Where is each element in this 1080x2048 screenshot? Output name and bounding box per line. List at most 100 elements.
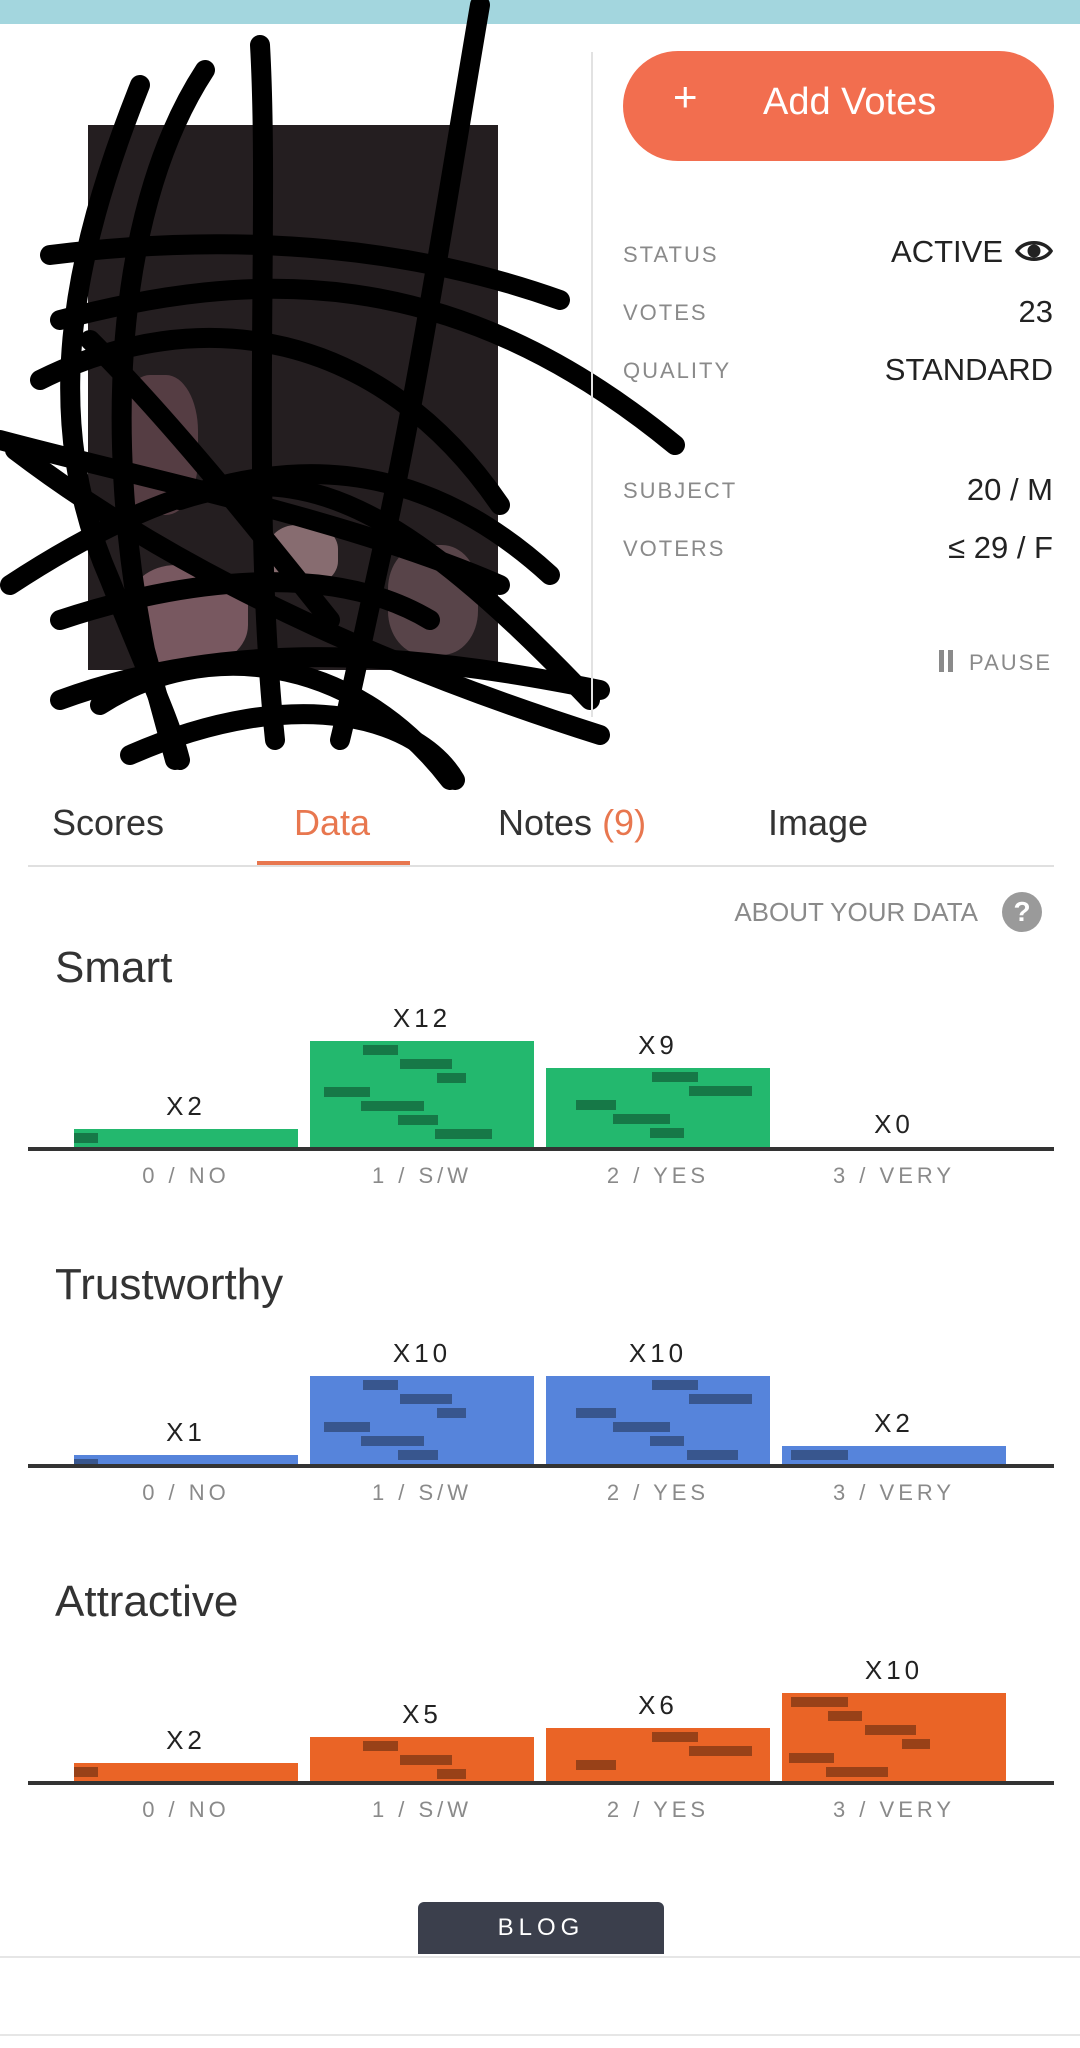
bar-texture <box>791 1450 848 1461</box>
category-label: 1 / S/W <box>371 1480 473 1505</box>
category-label: 1 / S/W <box>371 1163 473 1188</box>
chart-bar[interactable] <box>546 1376 770 1464</box>
top-status-bar <box>0 0 1080 24</box>
tab-notes[interactable]: Notes (9) <box>498 802 646 844</box>
quality-value: STANDARD <box>884 352 1053 387</box>
bar-texture <box>902 1739 930 1749</box>
chart-bar[interactable] <box>74 1455 298 1464</box>
chart-baseline <box>28 1147 1054 1151</box>
chart-smart: Smart X2 0 / NO X12 1 / S/W X9 2 / YES X0 3 / V… <box>0 943 1080 1223</box>
bar-count-label: X10 <box>392 1338 452 1368</box>
bar-count-label: X10 <box>628 1338 688 1368</box>
bar-texture <box>576 1760 616 1771</box>
chart-attractive: Attractive X2 0 / NO X5 1 / S/W X6 2 / YES X10… <box>0 1577 1080 1857</box>
bar-texture <box>689 1394 752 1404</box>
tab-data-label: Data <box>294 802 371 843</box>
about-your-data-link[interactable]: ABOUT YOUR DATA <box>734 897 978 928</box>
bar-texture <box>324 1422 370 1432</box>
bar-texture <box>324 1087 370 1098</box>
chart-bar[interactable] <box>546 1067 770 1147</box>
add-votes-button[interactable]: + Add Votes <box>623 51 1054 161</box>
bar-texture <box>74 1767 98 1778</box>
bar-texture <box>398 1450 438 1460</box>
bar-count-label: X2 <box>166 1725 206 1756</box>
chart-bar[interactable] <box>310 1737 534 1781</box>
info-row-votes: VOTES 23 <box>623 290 1053 330</box>
bar-texture <box>363 1380 398 1390</box>
info-row-quality: QUALITY STANDARD <box>623 348 1053 388</box>
bar-texture <box>74 1459 98 1464</box>
bar-texture <box>689 1746 752 1757</box>
bar-count-label: X10 <box>864 1655 924 1685</box>
bar-texture <box>576 1099 616 1110</box>
category-label: 2 / YES <box>606 1480 710 1505</box>
chart-title: Smart <box>55 943 173 992</box>
bar-texture <box>74 1133 98 1144</box>
eye-icon[interactable] <box>1014 236 1054 272</box>
subject-photo[interactable] <box>88 125 498 670</box>
chart-bar[interactable] <box>310 1376 534 1464</box>
chart-bar[interactable] <box>74 1129 298 1147</box>
bar-texture <box>650 1127 684 1138</box>
chart-bar[interactable] <box>546 1728 770 1781</box>
tab-notes-count: (9) <box>602 802 647 843</box>
bar-count-label: X1 <box>166 1417 206 1448</box>
chart-trustworthy: Trustworthy X1 0 / NO X10 1 / S/W X10 2 / YES… <box>0 1260 1080 1540</box>
bar-texture <box>435 1129 492 1140</box>
add-votes-label: Add Votes <box>763 81 937 123</box>
bar-texture <box>865 1725 916 1735</box>
status-label: STATUS <box>623 242 719 267</box>
help-icon[interactable]: ? <box>1002 892 1042 932</box>
tab-image[interactable]: Image <box>768 802 868 844</box>
bar-texture <box>363 1741 398 1751</box>
info-row-subject: SUBJECT 20 / M <box>623 468 1053 508</box>
votes-label: VOTES <box>623 300 708 325</box>
bar-count-label: X5 <box>402 1699 442 1729</box>
bar-texture <box>689 1085 752 1096</box>
chart-bar[interactable] <box>310 1041 534 1147</box>
category-label: 2 / YES <box>606 1163 710 1188</box>
tab-scores-label: Scores <box>52 802 165 843</box>
chart-baseline <box>28 1781 1054 1785</box>
bar-texture <box>789 1753 834 1763</box>
tab-image-label: Image <box>768 802 869 843</box>
status-value: ACTIVE <box>891 234 1003 270</box>
bar-texture <box>826 1767 888 1777</box>
bar-texture <box>576 1408 616 1418</box>
tab-bar: Scores Data Notes (9) Image <box>28 790 1054 867</box>
bar-texture <box>650 1436 684 1446</box>
info-row-status: STATUS ACTIVE <box>623 232 1054 272</box>
chart-bar[interactable] <box>782 1693 1006 1781</box>
category-label: 1 / S/W <box>371 1797 473 1822</box>
vertical-divider <box>591 52 593 717</box>
voters-value: ≤ 29 / F <box>948 530 1053 565</box>
bar-texture <box>652 1732 698 1743</box>
active-tab-indicator <box>257 861 410 865</box>
category-label: 0 / NO <box>142 1163 230 1188</box>
tab-data[interactable]: Data <box>294 802 370 844</box>
bar-texture <box>437 1408 466 1418</box>
bar-texture <box>400 1059 452 1070</box>
chart-bar[interactable] <box>782 1446 1006 1464</box>
plus-icon: + <box>673 73 698 120</box>
bar-count-label: X12 <box>392 1003 452 1034</box>
tab-notes-label: Notes <box>498 802 593 843</box>
bar-count-label: X2 <box>166 1091 206 1122</box>
tab-scores[interactable]: Scores <box>52 802 164 844</box>
bar-texture <box>613 1422 670 1432</box>
bar-texture <box>400 1394 452 1404</box>
bar-texture <box>398 1115 438 1126</box>
pause-icon <box>939 650 957 678</box>
chart-bar[interactable] <box>74 1763 298 1781</box>
pause-button[interactable]: PAUSE <box>939 650 1052 678</box>
category-label: 0 / NO <box>142 1797 230 1822</box>
chart-title: Attractive <box>55 1577 239 1626</box>
chart-baseline <box>28 1464 1054 1468</box>
chart-title: Trustworthy <box>55 1260 284 1309</box>
bar-texture <box>828 1711 862 1721</box>
blog-button[interactable]: BLOG <box>418 1902 664 1954</box>
bar-texture <box>791 1697 848 1707</box>
pause-label: PAUSE <box>969 650 1052 675</box>
bar-count-label: X0 <box>874 1109 914 1139</box>
bar-texture <box>363 1045 398 1056</box>
